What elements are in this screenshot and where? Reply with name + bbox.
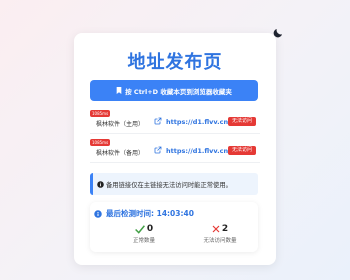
- mirror-link[interactable]: https://d1.flvv.cn: [166, 118, 228, 126]
- bookmark-button[interactable]: 按 Ctrl+D 收藏本页到浏览器收藏夹: [90, 80, 258, 101]
- page-title: 地址发布页: [127, 52, 223, 73]
- bookmark-label: 按 Ctrl+D 收藏本页到浏览器收藏夹: [125, 87, 232, 96]
- close-icon: [212, 225, 220, 233]
- ok-count: 0: [146, 224, 154, 234]
- mirror-link[interactable]: https://d1.flvv.cn: [166, 147, 228, 155]
- check-time: 最后检测时间: 14:03:40: [94, 208, 194, 219]
- mirror-name: 枫林软件（主用）: [96, 121, 145, 128]
- check-time-label: 最后检测时间: 14:03:40: [106, 209, 194, 218]
- status-badge: 无法访问: [228, 117, 257, 126]
- check-icon: [134, 224, 145, 234]
- bookmark-icon: [116, 87, 122, 94]
- mirror-row-primary: 1085ms 枫林软件（主用） https://d1.flvv.cn 无法访问: [90, 110, 260, 134]
- notice-box: 备用链接仅在主链接无法访问时能正常使用。: [90, 173, 258, 195]
- check-panel: 最后检测时间: 14:03:40 0 正常数量 2 无法访问数量: [90, 202, 258, 252]
- fail-count: 2: [221, 224, 229, 234]
- info-icon: [97, 180, 104, 188]
- notice-text: 备用链接仅在主链接无法访问时能正常使用。: [106, 181, 232, 189]
- external-link-icon[interactable]: [154, 146, 162, 154]
- latency-badge: 1085ms: [90, 110, 111, 117]
- ok-label: 正常数量: [132, 238, 155, 244]
- fail-stat: 2 无法访问数量: [190, 224, 250, 244]
- external-link-icon[interactable]: [154, 117, 162, 125]
- info-icon: [94, 209, 102, 218]
- mirror-name: 枫林软件（备用）: [96, 150, 145, 157]
- ok-stat: 0 正常数量: [114, 224, 174, 244]
- latency-badge: 1085ms: [90, 139, 111, 146]
- theme-toggle-moon-icon[interactable]: [272, 24, 284, 38]
- fail-label: 无法访问数量: [203, 238, 237, 244]
- mirror-row-backup: 1085ms 枫林软件（备用） https://d1.flvv.cn 无法访问: [90, 139, 260, 163]
- address-card: 地址发布页 按 Ctrl+D 收藏本页到浏览器收藏夹 1085ms 枫林软件（主…: [74, 33, 276, 265]
- status-badge: 无法访问: [228, 146, 257, 155]
